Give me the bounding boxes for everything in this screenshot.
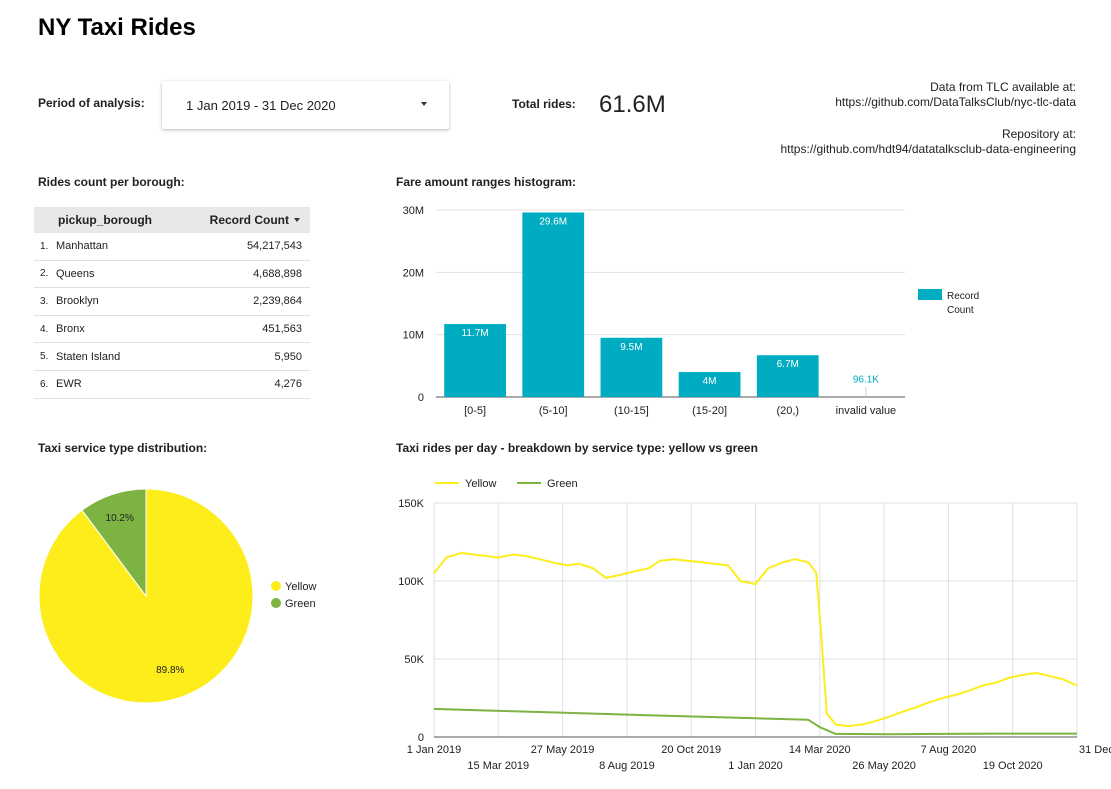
fare-section-title: Fare amount ranges histogram: (396, 175, 577, 189)
x-tick-label: 7 Aug 2020 (921, 744, 977, 756)
date-range-value: 1 Jan 2019 - 31 Dec 2020 (186, 98, 336, 113)
x-tick-label: 14 Mar 2020 (789, 744, 851, 756)
series-line (433, 707, 1077, 736)
x-tick-label: (20,) (776, 405, 799, 417)
legend-swatch (271, 598, 281, 608)
record-count: 4,276 (274, 378, 302, 391)
pie-slice (81, 488, 147, 598)
x-tick-label: 20 Oct 2019 (661, 744, 721, 756)
info-link-tlc[interactable]: https://github.com/DataTalksClub/nyc-tlc… (656, 95, 1076, 110)
y-tick-label: 100K (398, 576, 424, 588)
x-tick-label: 15 Mar 2019 (467, 760, 529, 772)
legend-swatch (918, 289, 942, 300)
bar (522, 212, 585, 397)
table-row[interactable]: 1. Manhattan 54,217,543 (34, 233, 310, 261)
data-label: 29.6M (539, 216, 567, 227)
legend-swatch (271, 581, 281, 591)
x-tick-label: (10-15] (614, 405, 649, 417)
x-tick-label: [0-5] (464, 405, 486, 417)
borough-name: EWR (56, 378, 82, 391)
legend-label: Green (285, 598, 316, 610)
row-index: 2. (40, 268, 49, 280)
row-index: 1. (40, 240, 49, 252)
data-label: 9.5M (620, 342, 642, 353)
info-line-1: Data from TLC available at: (930, 80, 1076, 94)
table-row[interactable]: 4. Bronx 451,563 (34, 316, 310, 344)
pie-slice (38, 488, 254, 704)
legend-label: Yellow (285, 581, 316, 593)
record-count: 451,563 (262, 323, 302, 336)
row-index: 5. (40, 351, 49, 363)
data-label: 11.7M (462, 328, 489, 339)
y-tick-label: 10M (403, 330, 424, 342)
y-tick-label: 0 (418, 392, 424, 404)
column-header-borough[interactable]: pickup_borough (34, 213, 164, 227)
x-tick-label: 26 May 2020 (852, 760, 916, 772)
borough-name: Staten Island (56, 350, 121, 363)
legend-label: Record (947, 291, 979, 302)
sort-desc-icon[interactable] (294, 218, 300, 222)
y-tick-label: 0 (418, 732, 424, 744)
data-label: 6.7M (777, 359, 799, 370)
record-count: 4,688,898 (253, 267, 302, 280)
total-rides-label: Total rides: (512, 97, 576, 111)
bar (756, 355, 819, 397)
slice-label: 10.2% (106, 513, 134, 524)
table-row[interactable]: 6. EWR 4,276 (34, 371, 310, 399)
x-tick-label: 1 Jan 2019 (407, 744, 461, 756)
legend-label: Green (547, 478, 578, 490)
borough-name: Manhattan (56, 240, 108, 253)
service-section-title: Taxi service type distribution: (38, 441, 208, 455)
period-label: Period of analysis: (38, 96, 145, 110)
record-count: 54,217,543 (246, 240, 302, 253)
table-row[interactable]: 2. Queens 4,688,898 (34, 261, 310, 289)
record-count: 2,239,864 (253, 295, 302, 308)
y-tick-label: 150K (398, 498, 424, 510)
legend-label: Count (947, 305, 974, 316)
data-source-info: Data from TLC available at: https://gith… (656, 80, 1076, 157)
bar (444, 324, 506, 397)
borough-name: Queens (56, 267, 95, 280)
row-index: 4. (40, 323, 49, 335)
record-count-header-label: Record Count (209, 213, 289, 227)
x-tick-label: invalid value (836, 405, 897, 417)
bar (600, 337, 663, 397)
chevron-down-icon[interactable] (421, 102, 427, 106)
x-tick-label: 8 Aug 2019 (599, 760, 655, 772)
record-count: 5,950 (274, 350, 302, 363)
y-tick-label: 20M (403, 267, 424, 279)
row-index: 6. (40, 378, 49, 390)
x-tick-label: (15-20] (692, 405, 727, 417)
y-tick-label: 50K (404, 654, 424, 666)
table-header: pickup_borough Record Count (34, 207, 310, 233)
x-tick-label: 31 Dec... (1079, 744, 1111, 756)
borough-table: pickup_borough Record Count 1. Manhattan 5… (34, 207, 310, 399)
data-label: 96.1K (853, 374, 879, 385)
x-tick-label: (5-10] (539, 405, 568, 417)
x-tick-label: 1 Jan 2020 (728, 760, 782, 772)
borough-name: Bronx (56, 323, 85, 336)
legend-label: Yellow (465, 478, 496, 490)
info-line-3: Repository at: (1001, 127, 1076, 141)
date-range-picker[interactable]: 1 Jan 2019 - 31 Dec 2020 (162, 81, 449, 129)
row-index: 3. (40, 295, 49, 307)
x-tick-label: 27 May 2019 (531, 744, 595, 756)
page-title: NY Taxi Rides (38, 14, 196, 41)
slice-label: 89.8% (156, 665, 184, 676)
table-row[interactable]: 3. Brooklyn 2,239,864 (34, 288, 310, 316)
table-row[interactable]: 5. Staten Island 5,950 (34, 343, 310, 371)
borough-name: Brooklyn (56, 295, 99, 308)
perday-section-title: Taxi rides per day - breakdown by servic… (396, 441, 758, 455)
borough-section-title: Rides count per borough: (38, 175, 185, 189)
data-label: 4M (703, 376, 717, 387)
column-header-record-count[interactable]: Record Count (164, 213, 310, 227)
series-line (433, 551, 1078, 728)
x-tick-label: 19 Oct 2020 (983, 760, 1043, 772)
info-link-repo[interactable]: https://github.com/hdt94/datatalksclub-d… (656, 142, 1076, 157)
y-tick-label: 30M (403, 205, 424, 217)
bar (678, 372, 741, 397)
